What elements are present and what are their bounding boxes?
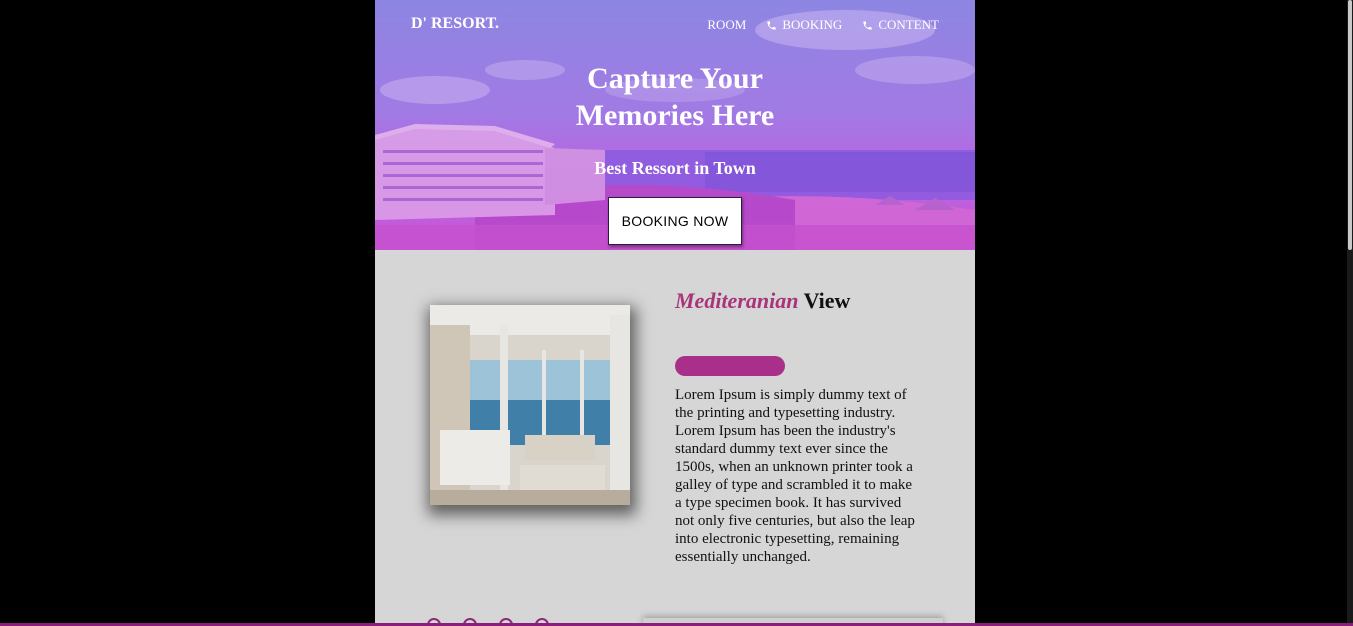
brand-logo[interactable]: D' RESORT. [411, 15, 499, 33]
room-interior-image [430, 305, 630, 505]
room-title-rest: View [798, 288, 851, 313]
hero-title-line1: Capture Your [587, 62, 763, 95]
phone-icon [767, 20, 776, 30]
hero-title: Capture Your Memories Here [375, 60, 975, 134]
room-title-emphasis: Mediteranian [675, 288, 799, 313]
top-navigation: D' RESORT. ROOM BOOKING CONTENT [375, 0, 975, 48]
nav-room-label: ROOM [707, 17, 747, 32]
accent-bar [675, 356, 785, 376]
nav-content-label: CONTENT [878, 17, 939, 32]
room-description: Lorem Ipsum is simply dummy text of the … [675, 387, 915, 565]
page-scrollbar[interactable] [1347, 0, 1353, 626]
room-photo [430, 305, 630, 505]
hero-title-line2: Memories Here [575, 99, 775, 132]
nav-booking-label: BOOKING [782, 17, 843, 32]
hero-banner: D' RESORT. ROOM BOOKING CONTENT Capture … [375, 0, 975, 250]
phone-icon [863, 20, 872, 30]
nav-links: ROOM BOOKING CONTENT [707, 17, 939, 33]
nav-content-link[interactable]: CONTENT [862, 17, 939, 33]
page: D' RESORT. ROOM BOOKING CONTENT Capture … [375, 0, 975, 626]
hero-subtitle: Best Ressort in Town [594, 158, 756, 178]
nav-booking-link[interactable]: BOOKING [766, 17, 842, 33]
scrollbar-thumb[interactable] [1348, 0, 1352, 250]
nav-room-link[interactable]: ROOM [707, 17, 746, 33]
booking-now-button[interactable]: BOOKING NOW [608, 197, 742, 245]
room-title: Mediteranian View [675, 288, 850, 314]
